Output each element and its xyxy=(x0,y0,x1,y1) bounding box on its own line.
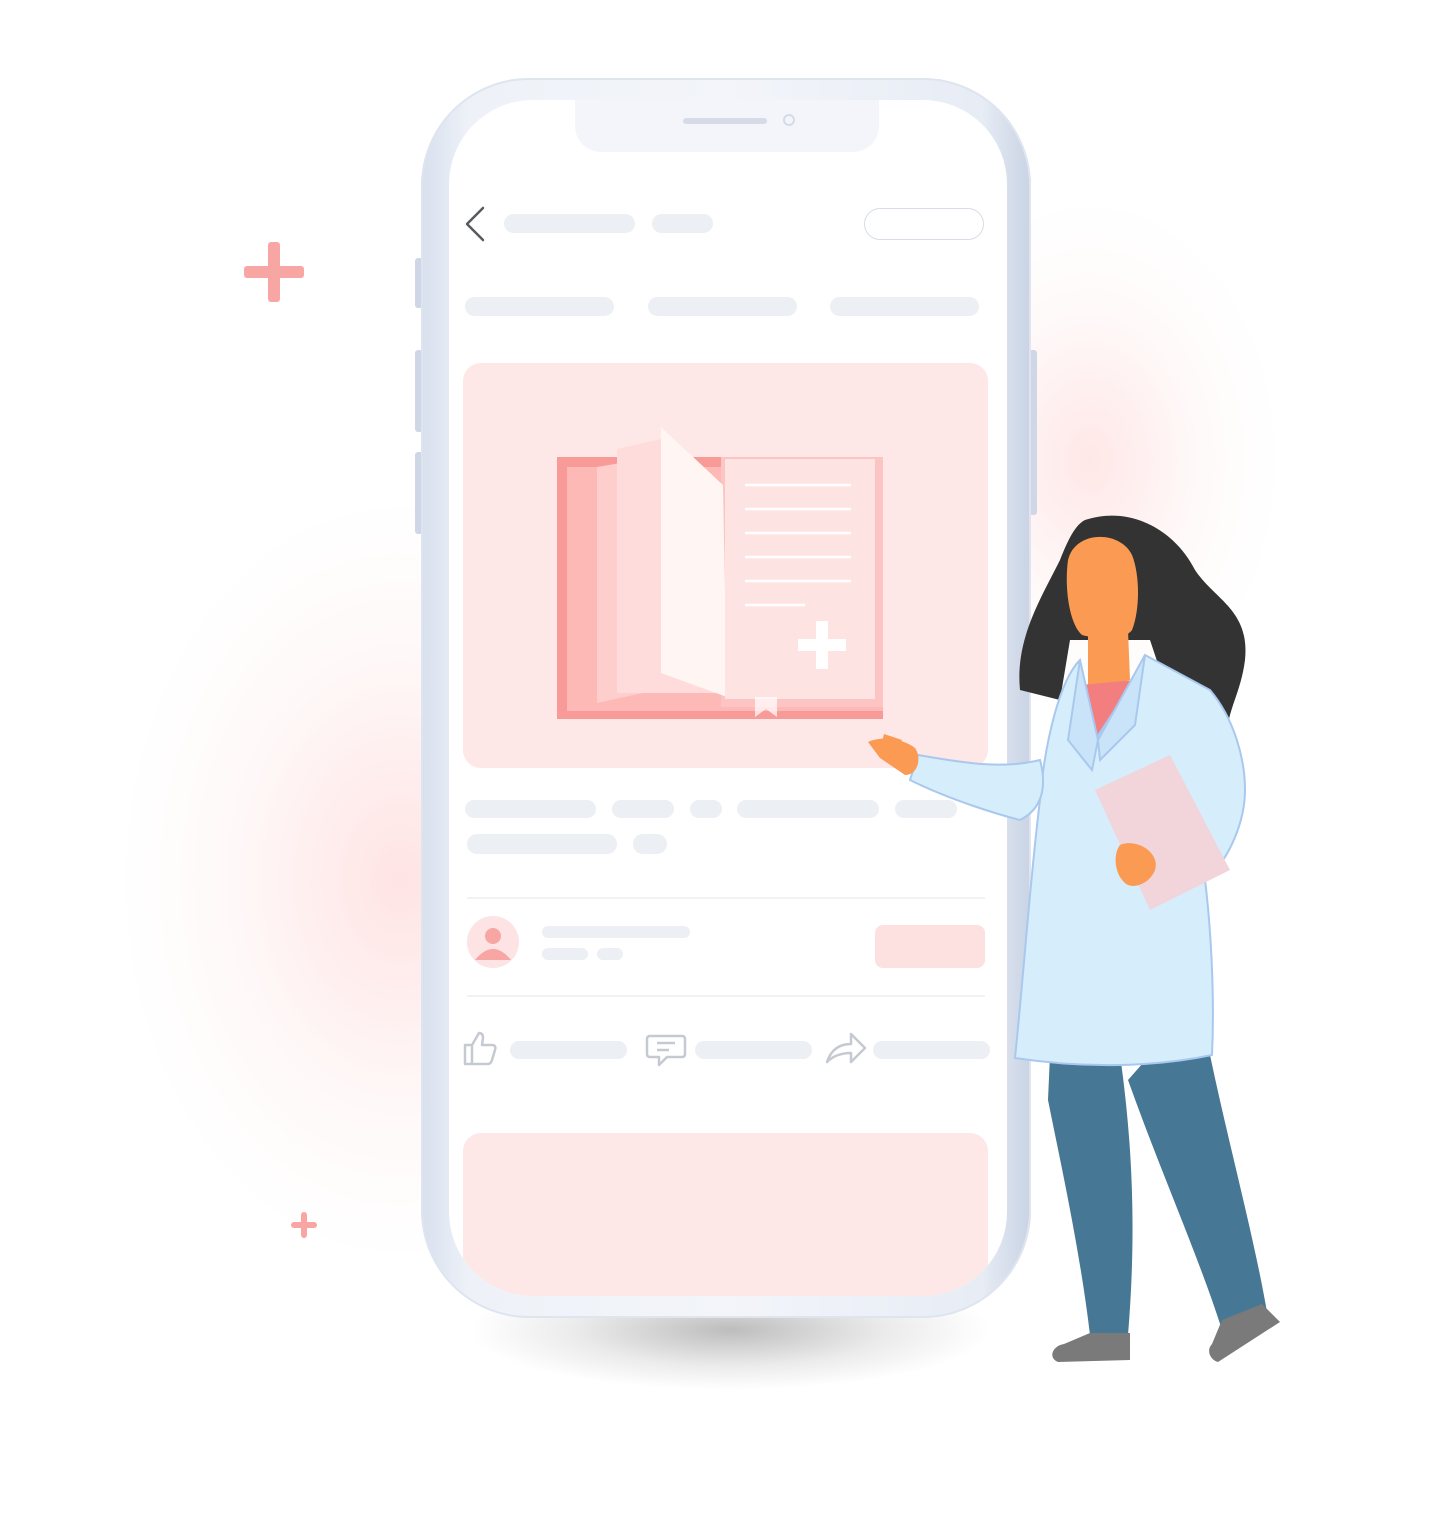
front-camera xyxy=(783,114,795,126)
comment-icon[interactable] xyxy=(645,1028,687,1070)
author-meta-placeholder xyxy=(542,948,588,960)
follow-button[interactable] xyxy=(864,208,984,240)
medical-book-icon xyxy=(557,427,883,719)
author-name-placeholder xyxy=(542,926,690,938)
tab-placeholder-3[interactable] xyxy=(830,297,979,316)
speaker xyxy=(683,118,767,124)
plus-cross-icon xyxy=(291,1212,317,1238)
like-count-placeholder xyxy=(510,1041,627,1059)
plus-cross-icon xyxy=(244,242,304,302)
doctor-illustration xyxy=(868,515,1280,1362)
tab-placeholder-2[interactable] xyxy=(648,297,797,316)
post-text-placeholder xyxy=(467,834,617,854)
comment-count-placeholder xyxy=(695,1041,812,1059)
post-text-placeholder xyxy=(690,800,722,818)
post-text-placeholder xyxy=(633,834,667,854)
tab-placeholder-1[interactable] xyxy=(465,297,614,316)
phone-notch xyxy=(575,100,879,152)
author-meta-placeholder xyxy=(597,948,623,960)
post-text-placeholder xyxy=(612,800,674,818)
user-avatar-icon[interactable] xyxy=(467,916,519,968)
post-text-placeholder xyxy=(465,800,596,818)
thumbs-up-icon[interactable] xyxy=(461,1028,501,1068)
header-subtitle-placeholder xyxy=(652,214,713,233)
header-title-placeholder xyxy=(504,214,635,233)
back-arrow-icon[interactable] xyxy=(459,204,489,244)
